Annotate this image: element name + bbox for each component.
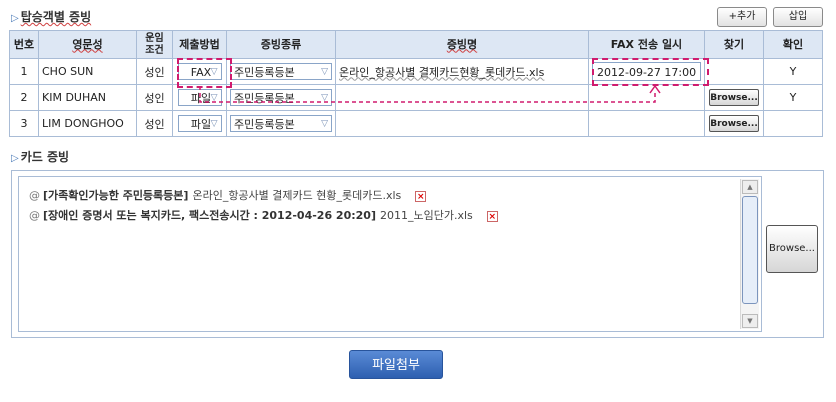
- header-doc-type: 증빙종류: [226, 30, 336, 59]
- row-doc-type-cell: 주민등록등본 ▽: [226, 110, 336, 137]
- doc-type-select[interactable]: 주민등록등본 ▽: [230, 63, 332, 80]
- row-confirm: Y: [763, 58, 823, 85]
- row-no: 3: [9, 110, 39, 137]
- header-doc-name: 증빙명: [335, 30, 589, 59]
- row-find-cell: [704, 58, 764, 85]
- browse-button[interactable]: Browse...: [709, 89, 759, 106]
- row-no: 1: [9, 58, 39, 85]
- header-confirm: 확인: [763, 30, 823, 59]
- header-no: 번호: [9, 30, 39, 59]
- row-confirm: Y: [763, 84, 823, 111]
- insert-button[interactable]: 삽입: [773, 7, 823, 27]
- row-no: 2: [9, 84, 39, 111]
- browse-button[interactable]: Browse...: [709, 115, 759, 132]
- header-find: 찾기: [704, 30, 764, 59]
- row-name: CHO SUN: [38, 58, 137, 85]
- header-name: 영문성: [38, 30, 137, 59]
- scroll-thumb[interactable]: [742, 196, 758, 304]
- doc-type-select[interactable]: 주민등록등본 ▽: [230, 115, 332, 132]
- chevron-down-icon: ▽: [321, 67, 328, 77]
- row-doc-name: 온라인_항공사별 결제카드현황_롯데카드.xls: [335, 58, 589, 85]
- method-select[interactable]: 파일 ▽: [177, 115, 222, 132]
- header-fax-time: FAX 전송 일시: [588, 30, 705, 59]
- header-fare: 운임 조건: [136, 30, 173, 59]
- header-method: 제출방법: [172, 30, 227, 59]
- row-method-cell: 파일 ▽: [172, 110, 227, 137]
- scroll-up-icon[interactable]: ▲: [742, 180, 758, 194]
- list-item: @ [장애인 증명서 또는 복지카드, 팩스전송시간 : 2012-04-26 2…: [29, 209, 498, 222]
- row-fax-time: [588, 110, 705, 137]
- row-doc-type-cell: 주민등록등본 ▽: [226, 58, 336, 85]
- paperclip-icon: @: [29, 209, 40, 222]
- fax-time-highlight-box: [592, 58, 709, 86]
- row-doc-name: [335, 110, 589, 137]
- list-item: @ [가족확인가능한 주민등록등본] 온라인_항공사별 결제카드 현황_롯데카드.x…: [29, 189, 427, 202]
- row-fare: 성인: [136, 58, 173, 85]
- triangle-right-icon: ▷: [11, 153, 19, 164]
- scroll-down-icon[interactable]: ▼: [742, 314, 758, 328]
- remove-x-icon[interactable]: ×: [486, 210, 498, 222]
- chevron-down-icon: ▽: [321, 119, 328, 129]
- attach-file-button[interactable]: 파일첨부: [349, 350, 443, 379]
- table-header-row: 번호 영문성 운임 조건 제출방법 증빙종류 증빙명 FAX 전송 일시 찾기 …: [9, 30, 823, 59]
- row-confirm: [763, 110, 823, 137]
- row-fare: 성인: [136, 110, 173, 137]
- row-find-cell: Browse...: [704, 110, 764, 137]
- card-file-list: @ [가족확인가능한 주민등록등본] 온라인_항공사별 결제카드 현황_롯데카드.x…: [18, 176, 762, 332]
- card-proof-title: ▷ 카드 증빙: [11, 150, 70, 164]
- row-name: KIM DUHAN: [38, 84, 137, 111]
- triangle-right-icon: ▷: [11, 13, 19, 24]
- passenger-proof-title: ▷ 탑승객별 증빙: [11, 10, 92, 24]
- arrow-connector-icon: [199, 84, 661, 103]
- remove-x-icon[interactable]: ×: [415, 190, 427, 202]
- chevron-down-icon: ▽: [210, 119, 218, 129]
- row-find-cell: Browse...: [704, 84, 764, 111]
- table-row: 3 LIM DONGHOO 성인 파일 ▽ 주민등록등본 ▽ Browse...: [9, 110, 823, 137]
- add-button[interactable]: +추가: [717, 7, 767, 27]
- row-fare: 성인: [136, 84, 173, 111]
- card-browse-button[interactable]: Browse...: [766, 225, 818, 273]
- vertical-scrollbar[interactable]: ▲ ▼: [740, 179, 759, 329]
- paperclip-icon: @: [29, 189, 40, 202]
- row-name: LIM DONGHOO: [38, 110, 137, 137]
